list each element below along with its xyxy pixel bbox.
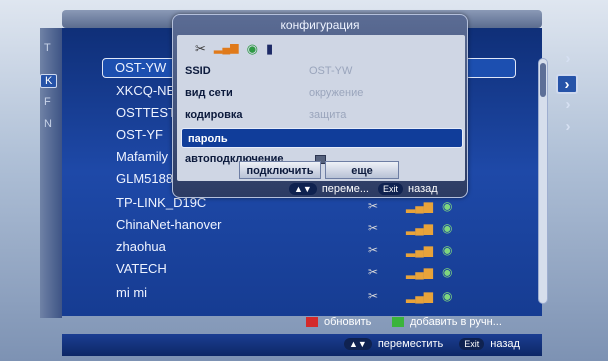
network-name: OST-YW xyxy=(115,60,167,75)
chevron-right-icon[interactable]: › xyxy=(558,96,578,114)
ssid-row[interactable]: SSID OST-YW xyxy=(185,61,457,81)
network-type-label: вид сети xyxy=(185,87,233,99)
dialog-body: ✂ ▂▄▆ ◉ ▮ SSID OST-YW вид сети окружение… xyxy=(177,35,465,181)
chevron-right-icon[interactable]: › xyxy=(556,74,578,94)
network-row[interactable]: mi mi ✂ ▂▄▆ ◉ xyxy=(116,282,536,304)
legend-refresh[interactable]: обновить xyxy=(306,316,371,328)
signal-bars-icon: ▂▄▆ xyxy=(406,265,433,279)
network-name: zhaohua xyxy=(116,239,166,254)
dialog-status-icons: ✂ ▂▄▆ ◉ ▮ xyxy=(195,41,273,57)
autoconnect-row[interactable]: автоподключение xyxy=(185,149,457,169)
add-manual-label: добавить в ручн... xyxy=(410,316,502,328)
wifi-icon: ◉ xyxy=(442,289,453,303)
arrow-keys-icon: ▲▼ xyxy=(289,183,317,195)
left-strip xyxy=(40,28,62,318)
green-key-icon xyxy=(392,317,404,327)
ssid-value: OST-YW xyxy=(309,65,353,77)
ssid-label: SSID xyxy=(185,65,211,77)
lock-icon: ▮ xyxy=(265,41,274,56)
configuration-dialog: конфигурация ✂ ▂▄▆ ◉ ▮ SSID OST-YW вид с… xyxy=(172,14,468,198)
network-row[interactable]: ChinaNet-hanover ✂ ▂▄▆ ◉ xyxy=(116,214,536,236)
network-name: GLM5188 xyxy=(116,171,174,186)
move-label: переместить xyxy=(377,338,444,350)
wifi-icon: ◉ xyxy=(442,265,453,279)
encryption-label: кодировка xyxy=(185,109,243,121)
network-type-value: окружение xyxy=(309,87,364,99)
bottom-bar-help: ▲▼ переместить Exit назад xyxy=(344,338,520,350)
list-scrollbar[interactable] xyxy=(538,58,548,304)
chevron-right-icon[interactable]: › xyxy=(558,118,578,136)
encryption-value: защита xyxy=(309,109,347,121)
network-name: Mafamily xyxy=(116,149,169,164)
back-label: назад xyxy=(490,338,520,350)
left-tab-letter[interactable]: F xyxy=(44,96,51,108)
connect-button[interactable]: подключить xyxy=(239,161,321,179)
left-tab-letter[interactable]: T xyxy=(44,42,51,54)
left-tab-letter[interactable]: K xyxy=(40,74,58,88)
refresh-label: обновить xyxy=(324,316,372,328)
more-button[interactable]: еще xyxy=(325,161,399,179)
network-name: ChinaNet-hanover xyxy=(116,217,222,232)
exit-key-icon: Exit xyxy=(459,338,485,350)
exit-key-icon: Exit xyxy=(378,183,404,195)
chevron-right-icon[interactable]: › xyxy=(558,50,578,68)
network-name: mi mi xyxy=(116,285,148,300)
network-name: OST-YF xyxy=(116,127,163,142)
dialog-footer: ▲▼ переме... Exit назад xyxy=(289,183,438,195)
network-type-row[interactable]: вид сети окружение xyxy=(185,83,457,103)
signal-bars-icon: ▂▄▆ xyxy=(406,289,433,303)
arrow-keys-icon: ▲▼ xyxy=(344,338,372,350)
dialog-title: конфигурация xyxy=(280,18,360,32)
network-name: OSTTEST xyxy=(116,105,176,120)
red-key-icon xyxy=(306,317,318,327)
network-row[interactable]: VATECH ✂ ▂▄▆ ◉ xyxy=(116,258,536,280)
signal-bars-icon: ▂▄▆ xyxy=(213,42,239,54)
no-lock-icon: ✂ xyxy=(195,41,206,56)
wifi-icon: ◉ xyxy=(246,41,258,56)
network-name: VATECH xyxy=(116,261,167,276)
encryption-row[interactable]: кодировка защита xyxy=(185,105,457,125)
network-row[interactable]: zhaohua ✂ ▂▄▆ ◉ xyxy=(116,236,536,258)
password-label: пароль xyxy=(188,133,228,145)
legend-add-manual[interactable]: добавить в ручн... xyxy=(392,316,502,328)
no-lock-icon: ✂ xyxy=(368,265,379,279)
network-name: XKCQ-NE xyxy=(116,83,176,98)
dialog-move-label: переме... xyxy=(321,183,369,195)
left-tab-letter[interactable]: N xyxy=(44,118,52,130)
scrollbar-thumb[interactable] xyxy=(540,63,546,97)
no-lock-icon: ✂ xyxy=(368,289,379,303)
password-row[interactable]: пароль xyxy=(181,128,463,148)
dialog-back-label: назад xyxy=(408,183,438,195)
